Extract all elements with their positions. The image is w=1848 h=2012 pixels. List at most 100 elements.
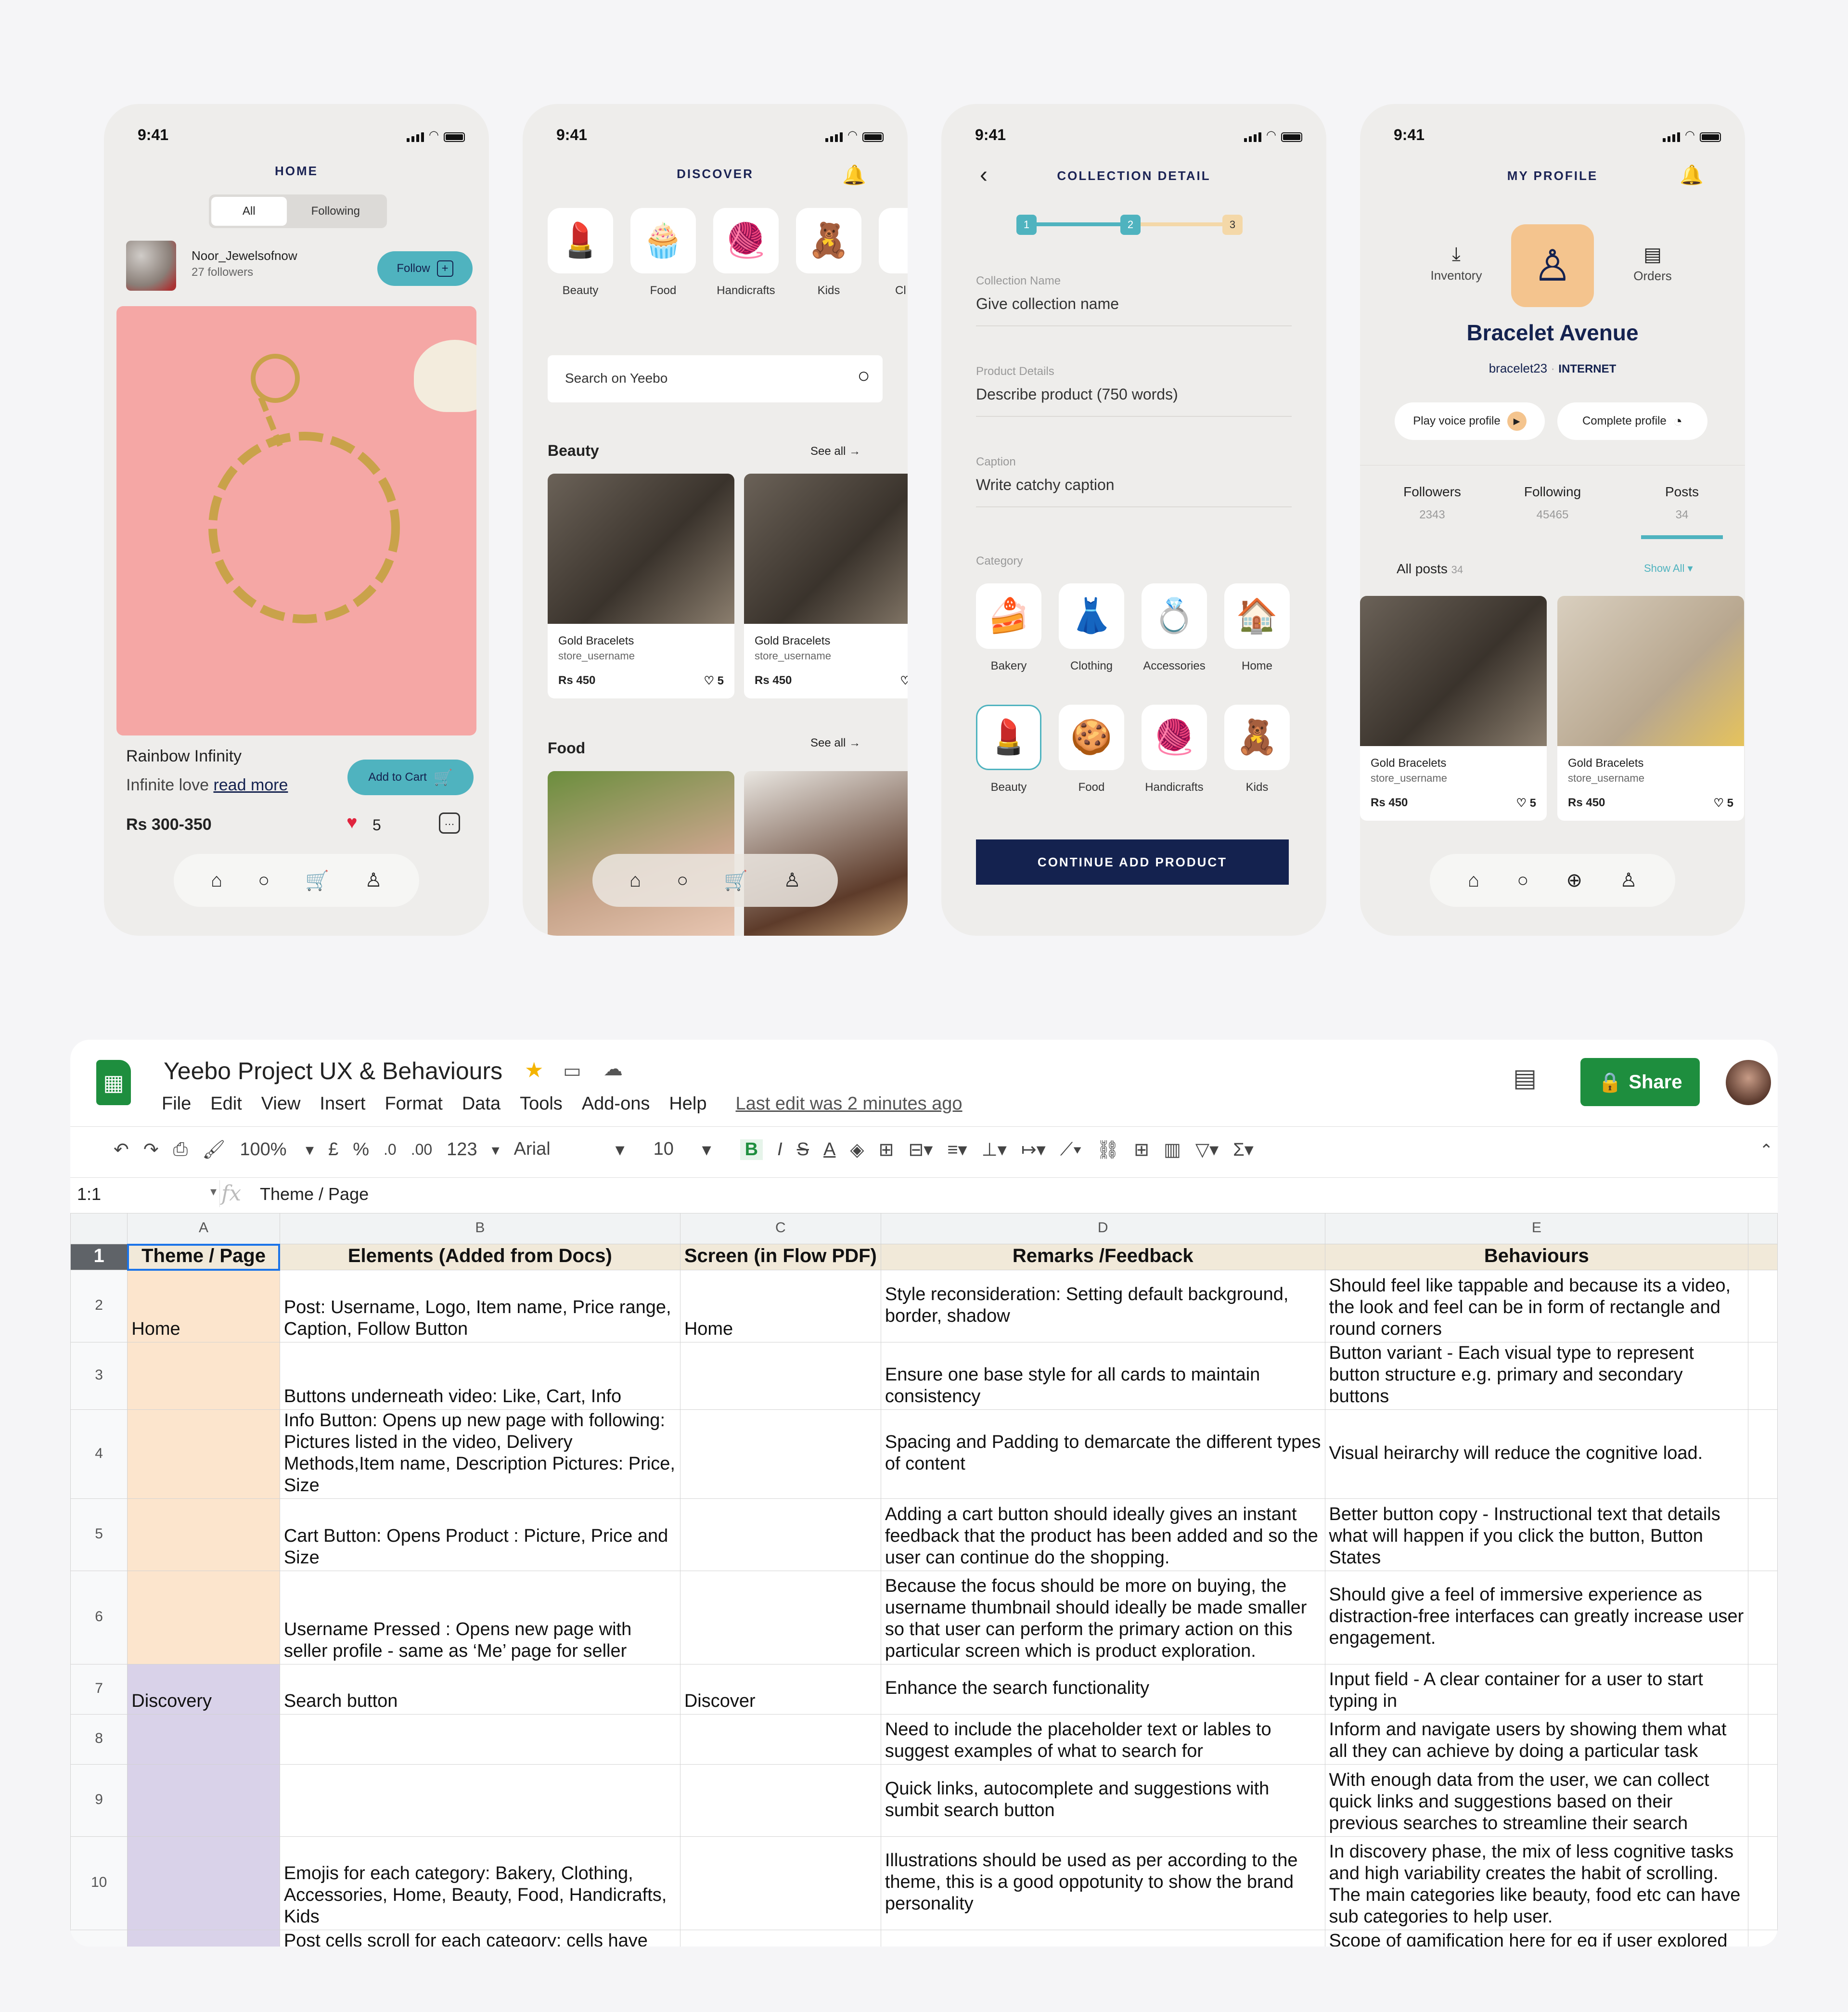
filter-icon[interactable]: ▽▾: [1195, 1139, 1219, 1161]
cell[interactable]: Style reconsideration: Setting default b…: [880, 1270, 1325, 1342]
row-header[interactable]: 5: [70, 1498, 128, 1571]
comment-icon[interactable]: ▤: [1513, 1064, 1537, 1093]
menu-file[interactable]: File: [162, 1094, 191, 1114]
cell[interactable]: Inform and navigate users by showing the…: [1324, 1714, 1749, 1765]
cell[interactable]: Should feel like tappable and because it…: [1324, 1270, 1749, 1342]
cell[interactable]: Adding a cart button should ideally give…: [880, 1498, 1325, 1571]
cell[interactable]: Home: [127, 1270, 280, 1342]
heart-icon[interactable]: ♡ 5: [704, 674, 724, 688]
sheets-logo-icon[interactable]: ▦: [96, 1060, 131, 1105]
bell-icon[interactable]: 🔔: [842, 164, 866, 186]
merge-icon[interactable]: ⊟▾: [908, 1139, 933, 1161]
header-cell[interactable]: Screen (in Flow PDF): [680, 1244, 881, 1270]
cell[interactable]: In discovery phase, the mix of less cogn…: [1324, 1836, 1749, 1930]
cell[interactable]: Discover: [680, 1664, 881, 1715]
doc-title[interactable]: Yeebo Project UX & Behaviours: [164, 1057, 502, 1085]
cell[interactable]: Because the focus should be more on buyi…: [880, 1571, 1325, 1664]
info-icon[interactable]: …: [439, 813, 460, 834]
cell[interactable]: Ensure one base style for all cards to m…: [880, 1342, 1325, 1410]
row-header[interactable]: 10: [70, 1836, 128, 1930]
decrease-decimal-button[interactable]: .0: [384, 1141, 397, 1159]
column-header-a[interactable]: A: [127, 1213, 280, 1244]
caption-input[interactable]: Write catchy caption: [976, 468, 1292, 507]
search-icon[interactable]: ○: [677, 870, 688, 891]
category-kids[interactable]: 🧸 Kids: [796, 208, 861, 297]
zoom-select[interactable]: 100% ▾: [240, 1139, 314, 1160]
product-video[interactable]: [116, 306, 476, 735]
continue-button[interactable]: CONTINUE ADD PRODUCT: [976, 839, 1289, 885]
category-clothing[interactable]: Cl: [879, 208, 908, 297]
inventory-button[interactable]: ⤓ Inventory: [1423, 244, 1490, 283]
star-icon[interactable]: ★: [525, 1058, 543, 1083]
corner-cell[interactable]: [70, 1213, 128, 1244]
cell[interactable]: [127, 1714, 280, 1765]
product-card[interactable]: Gold Bracelets store_username Rs 450 ♡ 5: [1557, 596, 1744, 821]
cloud-icon[interactable]: ☁: [603, 1058, 623, 1080]
number-format-select[interactable]: 123 ▾: [447, 1139, 499, 1160]
collapse-icon[interactable]: ⌃: [1759, 1141, 1773, 1160]
username[interactable]: Noor_Jewelsofnow: [192, 248, 297, 263]
cart-icon[interactable]: 🛒: [305, 869, 329, 892]
cell[interactable]: [680, 1342, 881, 1410]
currency-button[interactable]: £: [328, 1139, 338, 1160]
search-icon[interactable]: ○: [857, 364, 870, 388]
valign-icon[interactable]: ⊥▾: [982, 1139, 1007, 1161]
followers-stat[interactable]: Followers 2343: [1389, 484, 1476, 522]
cell[interactable]: [680, 1498, 881, 1571]
cell[interactable]: [680, 1836, 881, 1930]
cell[interactable]: Search button: [279, 1664, 680, 1715]
increase-decimal-button[interactable]: .00: [411, 1141, 432, 1159]
menu-insert[interactable]: Insert: [320, 1094, 365, 1114]
column-header-d[interactable]: D: [880, 1213, 1325, 1244]
header-cell[interactable]: Theme / Page: [127, 1243, 281, 1271]
category-clothing[interactable]: 👗 Clothing: [1059, 583, 1124, 673]
heart-icon[interactable]: ♡ 5: [1713, 796, 1733, 810]
cell[interactable]: [127, 1342, 280, 1410]
add-post-icon[interactable]: ⊕: [1566, 869, 1583, 891]
cell[interactable]: Home: [680, 1270, 881, 1342]
tab-following[interactable]: Following: [287, 197, 385, 226]
menu-help[interactable]: Help: [669, 1094, 706, 1114]
cell[interactable]: [279, 1714, 680, 1765]
cell[interactable]: [680, 1930, 881, 1947]
menu-edit[interactable]: Edit: [210, 1094, 242, 1114]
category-accessories[interactable]: 💍 Accessories: [1142, 583, 1207, 673]
heart-icon[interactable]: ♡ 5: [1516, 796, 1536, 810]
strikethrough-icon[interactable]: S: [797, 1139, 809, 1160]
cell[interactable]: [880, 1930, 1325, 1947]
row-header[interactable]: 9: [70, 1764, 128, 1837]
row-header[interactable]: 7: [70, 1664, 128, 1715]
search-icon[interactable]: ○: [258, 870, 270, 891]
cell[interactable]: [127, 1930, 280, 1947]
fill-color-icon[interactable]: ◈: [850, 1139, 864, 1161]
cell[interactable]: Should give a feel of immersive experien…: [1324, 1571, 1749, 1664]
cell[interactable]: Info Button: Opens up new page with foll…: [279, 1409, 680, 1499]
search-input[interactable]: Search on Yeebo ○: [548, 355, 883, 402]
see-all-food[interactable]: See all →: [810, 736, 860, 750]
cell[interactable]: Better button copy - Instructional text …: [1324, 1498, 1749, 1571]
orders-button[interactable]: ▤ Orders: [1624, 244, 1681, 284]
font-select[interactable]: Arial ▾: [514, 1139, 639, 1161]
italic-icon[interactable]: I: [777, 1139, 783, 1160]
column-header-c[interactable]: C: [680, 1213, 881, 1244]
home-icon[interactable]: ⌂: [629, 870, 641, 891]
menu-tools[interactable]: Tools: [520, 1094, 563, 1114]
tab-all[interactable]: All: [211, 197, 287, 226]
cell[interactable]: Input field - A clear container for a us…: [1324, 1664, 1749, 1715]
align-icon[interactable]: ≡▾: [947, 1139, 967, 1161]
profile-icon[interactable]: ♙: [783, 869, 801, 891]
cell[interactable]: [127, 1764, 280, 1837]
follow-button[interactable]: Follow +: [377, 251, 473, 286]
product-card[interactable]: Gold Bracelets store_username Rs 450 ♡ 5: [548, 474, 734, 698]
cell[interactable]: Enhance the search functionality: [880, 1664, 1325, 1715]
column-header-e[interactable]: E: [1324, 1213, 1749, 1244]
share-button[interactable]: 🔒 Share: [1580, 1058, 1700, 1106]
row-header[interactable]: 6: [70, 1571, 128, 1664]
category-handicrafts[interactable]: 🧶 Handicrafts: [1142, 705, 1207, 794]
menu-format[interactable]: Format: [385, 1094, 442, 1114]
home-icon[interactable]: ⌂: [1468, 870, 1479, 891]
row-header[interactable]: 11: [70, 1930, 128, 1947]
header-cell[interactable]: Behaviours: [1324, 1244, 1749, 1270]
print-icon[interactable]: ⎙: [173, 1139, 188, 1160]
cell[interactable]: Quick links, autocomplete and suggestion…: [880, 1764, 1325, 1837]
